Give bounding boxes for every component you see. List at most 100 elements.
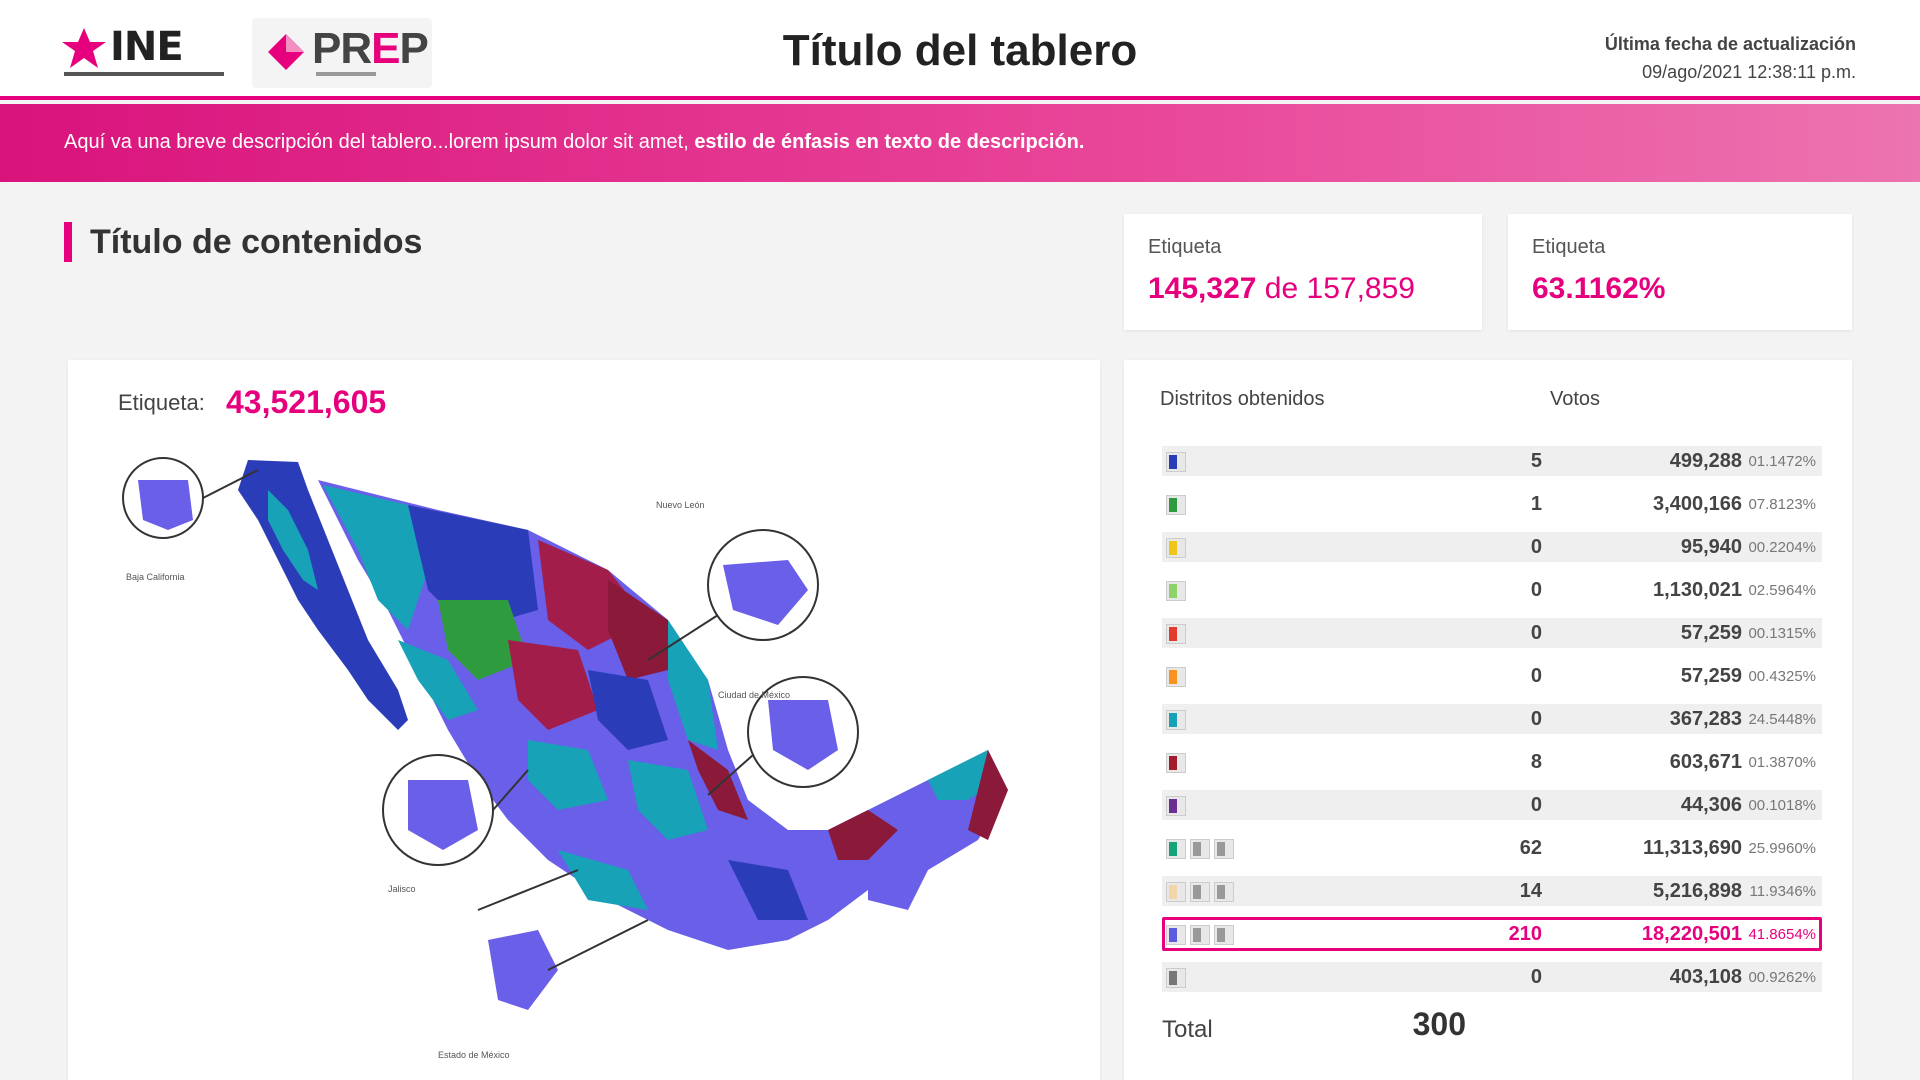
- party-logo-icon: [1166, 968, 1186, 988]
- percentage-value: 00.4325%: [1748, 668, 1816, 685]
- description-emphasis: estilo de énfasis en texto de descripció…: [694, 131, 1085, 153]
- votes-value: 5,216,898: [1653, 880, 1742, 902]
- party-logo-icon: [1214, 839, 1234, 859]
- table-row[interactable]: 210 18,220,501 41.8654%: [1162, 913, 1822, 956]
- party-logo-icon: [1166, 753, 1186, 773]
- votes-value: 57,259: [1680, 665, 1742, 687]
- total-value: 300: [1412, 1006, 1466, 1042]
- map-total-label: Etiqueta:: [118, 390, 205, 415]
- votes-value: 57,259: [1680, 622, 1742, 644]
- percentage-value: 25.9960%: [1748, 840, 1816, 857]
- map-annotation: Estado de México: [438, 1050, 510, 1060]
- party-logos: [1166, 968, 1186, 988]
- party-logo-icon: [1190, 882, 1210, 902]
- votes-value: 11,313,690: [1643, 837, 1742, 859]
- results-table: 5 499,288 01.1472% 1 3,400,166 07.8123% 0 95,94…: [1162, 440, 1822, 999]
- column-header-votes: Votos: [1550, 388, 1601, 410]
- kpi-label: Etiqueta: [1148, 236, 1222, 258]
- percentage-value: 24.5448%: [1748, 711, 1816, 728]
- table-row[interactable]: 0 1,130,021 02.5964%: [1162, 569, 1822, 612]
- section-title: Título de contenidos: [64, 222, 422, 262]
- last-update: Última fecha de actualización 09/ago/202…: [1605, 30, 1856, 86]
- table-row[interactable]: 0 44,306 00.1018%: [1162, 784, 1822, 827]
- votes-value: 44,306: [1680, 794, 1742, 816]
- percentage-value: 00.2204%: [1748, 539, 1816, 556]
- percentage-value: 11.9346%: [1749, 883, 1816, 900]
- votes-value: 403,108: [1669, 966, 1742, 988]
- votes-value: 1,130,021: [1653, 579, 1742, 601]
- party-logo-icon: [1190, 839, 1210, 859]
- party-logos: [1166, 882, 1234, 902]
- description-text: Aquí va una breve descripción del tabler…: [64, 131, 1085, 153]
- percentage-value: 07.8123%: [1748, 496, 1816, 513]
- districts-value: 0: [1530, 966, 1542, 988]
- party-logo-icon: [1166, 624, 1186, 644]
- party-logos: [1166, 753, 1186, 773]
- votes-value: 367,283: [1669, 708, 1742, 730]
- party-logos: [1166, 581, 1186, 601]
- party-logo-icon: [1214, 925, 1234, 945]
- table-row[interactable]: 1 3,400,166 07.8123%: [1162, 483, 1822, 526]
- party-logo-icon: [1166, 796, 1186, 816]
- districts-value: 0: [1530, 794, 1542, 816]
- party-logos: [1166, 495, 1186, 515]
- map-total-value: 43,521,605: [226, 384, 387, 420]
- districts-value: 0: [1530, 536, 1542, 558]
- column-header-districts: Distritos obtenidos: [1160, 388, 1325, 410]
- party-logo-icon: [1166, 839, 1186, 859]
- districts-value: 0: [1530, 708, 1542, 730]
- party-logos: [1166, 624, 1186, 644]
- party-logo-icon: [1166, 882, 1186, 902]
- districts-value: 62: [1519, 837, 1542, 859]
- map-annotation: Jalisco: [388, 884, 416, 894]
- party-logo-icon: [1166, 667, 1186, 687]
- party-logo-icon: [1214, 882, 1234, 902]
- table-row[interactable]: 5 499,288 01.1472%: [1162, 440, 1822, 483]
- party-logos: [1166, 925, 1234, 945]
- kpi-card-percentage: Etiqueta 63.1162%: [1508, 214, 1852, 330]
- party-logos: [1166, 538, 1186, 558]
- votes-value: 603,671: [1669, 751, 1742, 773]
- kpi-value: 145,327 de 157,859: [1148, 272, 1415, 305]
- table-row[interactable]: 0 403,108 00.9262%: [1162, 956, 1822, 999]
- districts-value: 14: [1519, 880, 1542, 902]
- party-logo-icon: [1166, 452, 1186, 472]
- table-row[interactable]: 8 603,671 01.3870%: [1162, 741, 1822, 784]
- table-row[interactable]: 14 5,216,898 11.9346%: [1162, 870, 1822, 913]
- map-card: Etiqueta: 43,521,605 Baja California Nue…: [68, 360, 1100, 1080]
- table-row[interactable]: 0 57,259 00.1315%: [1162, 612, 1822, 655]
- table-row[interactable]: 62 11,313,690 25.9960%: [1162, 827, 1822, 870]
- percentage-value: 02.5964%: [1748, 582, 1816, 599]
- party-logos: [1166, 452, 1186, 472]
- party-logos: [1166, 710, 1186, 730]
- percentage-value: 00.1315%: [1748, 625, 1816, 642]
- last-update-label: Última fecha de actualización: [1604, 34, 1856, 54]
- party-logo-icon: [1166, 710, 1186, 730]
- party-logos: [1166, 667, 1186, 687]
- kpi-card-records: Etiqueta 145,327 de 157,859: [1124, 214, 1482, 330]
- party-logo-icon: [1166, 538, 1186, 558]
- percentage-value: 00.1018%: [1748, 797, 1816, 814]
- party-logos: [1166, 796, 1186, 816]
- mexico-districts-map[interactable]: [108, 450, 1068, 1070]
- last-update-value: 09/ago/2021 12:38:11 p.m.: [1642, 62, 1856, 82]
- description-bar: Aquí va una breve descripción del tabler…: [0, 104, 1920, 182]
- table-row[interactable]: 0 95,940 00.2204%: [1162, 526, 1822, 569]
- districts-value: 1: [1530, 493, 1542, 515]
- districts-value: 0: [1530, 665, 1542, 687]
- map-annotation: Baja California: [126, 572, 185, 582]
- map-annotation: Ciudad de México: [718, 690, 791, 700]
- zoom-baja-california: [122, 457, 259, 539]
- percentage-value: 41.8654%: [1748, 926, 1816, 943]
- percentage-value: 00.9262%: [1748, 969, 1816, 986]
- party-logo-icon: [1166, 581, 1186, 601]
- votes-value: 18,220,501: [1641, 923, 1742, 945]
- districts-value: 8: [1530, 751, 1542, 773]
- table-row[interactable]: 0 367,283 24.5448%: [1162, 698, 1822, 741]
- total-label: Total: [1162, 1016, 1213, 1043]
- kpi-label: Etiqueta: [1532, 236, 1606, 258]
- party-logo-icon: [1166, 925, 1186, 945]
- party-logo-icon: [1190, 925, 1210, 945]
- table-row[interactable]: 0 57,259 00.4325%: [1162, 655, 1822, 698]
- percentage-value: 01.3870%: [1748, 754, 1816, 771]
